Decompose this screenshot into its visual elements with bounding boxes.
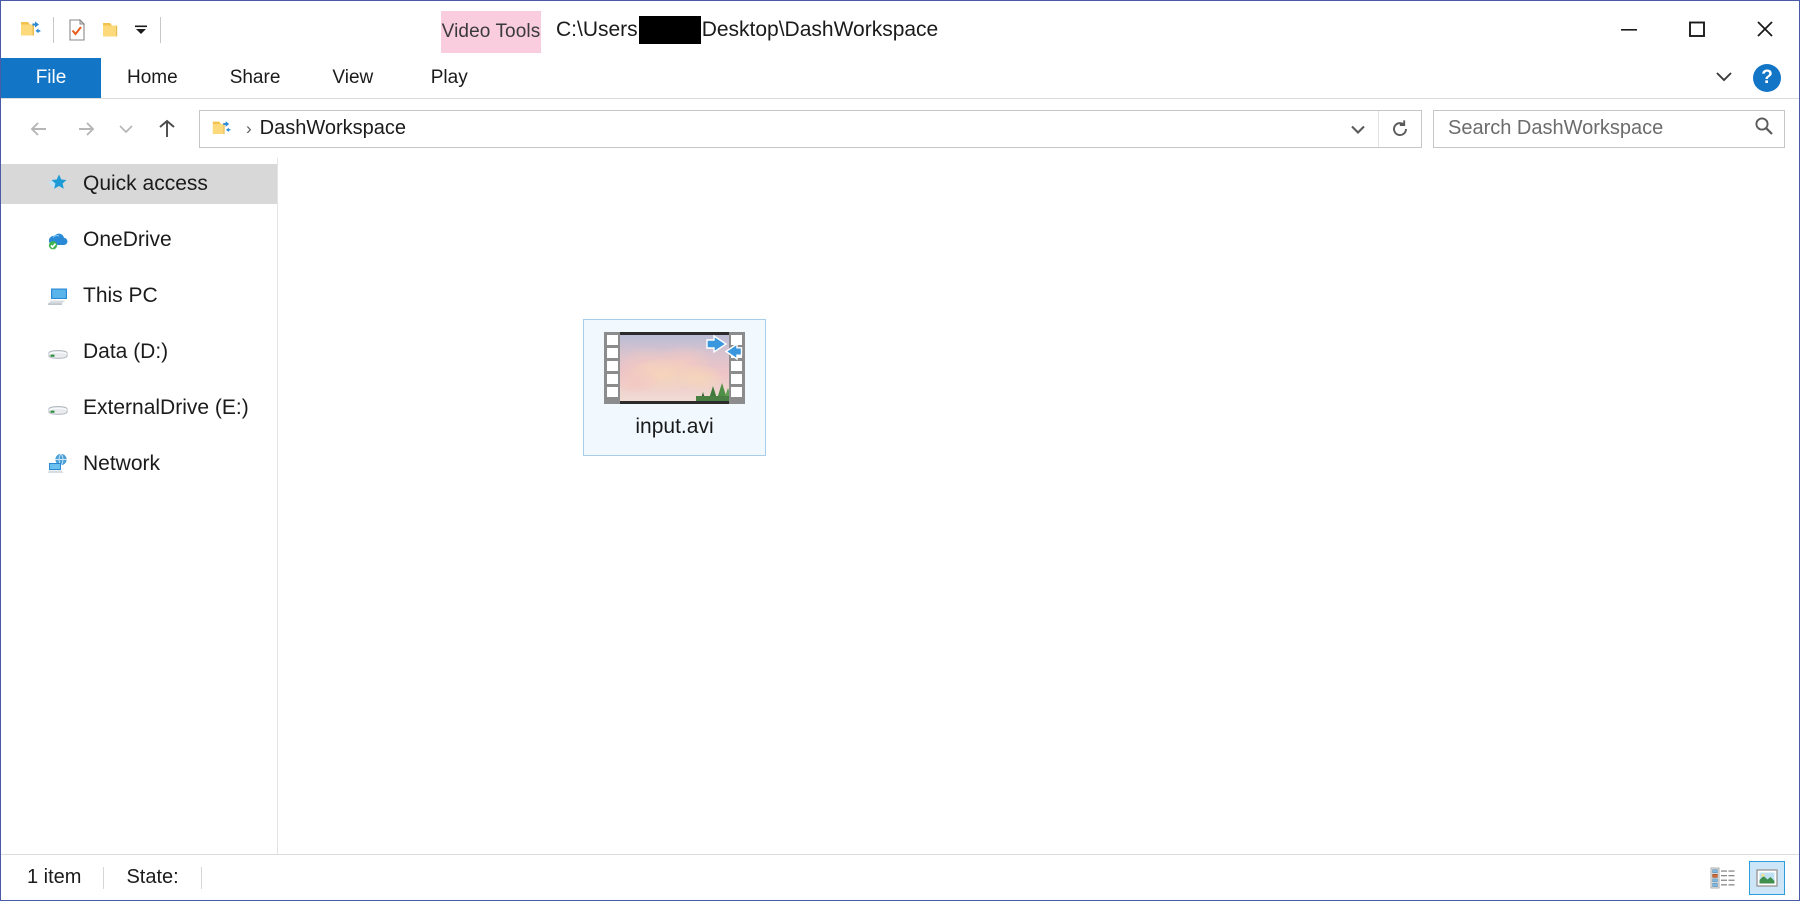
details-view-button[interactable] [1705, 861, 1741, 895]
sidebar-item-quick-access[interactable]: Quick access [1, 164, 277, 204]
customize-toolbar-chevron-down-icon[interactable] [128, 10, 154, 50]
onedrive-cloud-icon [45, 227, 71, 253]
sidebar-item-label-data-d: Data (D:) [83, 340, 169, 363]
search-input[interactable]: Search DashWorkspace [1448, 117, 1752, 140]
tab-share-label: Share [229, 67, 281, 88]
file-tile-input-avi[interactable]: input.avi [583, 319, 766, 456]
sidebar-item-label-this-pc: This PC [83, 284, 158, 307]
quick-access-toolbar [1, 1, 167, 58]
title-path-suffix: Desktop\DashWorkspace [701, 17, 939, 41]
ribbon-right-controls: ? [1709, 58, 1791, 98]
explorer-body: Quick access OneDrive This PC Data (D:) … [1, 158, 1799, 854]
tab-view-label: View [332, 67, 374, 88]
status-bar: 1 item State: [1, 854, 1799, 900]
tab-play[interactable]: Play [399, 58, 499, 98]
sidebar-gap-4 [1, 372, 277, 388]
window-title-path: C:\Users Desktop\DashWorkspace [556, 1, 938, 58]
tab-home[interactable]: Home [101, 58, 204, 98]
this-pc-monitor-icon [45, 283, 71, 309]
tab-file-label: File [35, 67, 67, 88]
sidebar-gap-3 [1, 316, 277, 332]
toolbar-separator [53, 16, 54, 43]
contextual-tab-header: Video Tools [441, 11, 541, 53]
toolbar-separator-2 [160, 16, 161, 43]
sidebar-item-onedrive[interactable]: OneDrive [1, 220, 277, 260]
item-count-label: 1 item [27, 866, 82, 888]
explorer-window: Video Tools C:\Users Desktop\DashWorkspac… [0, 0, 1800, 901]
sidebar-item-label-externaldrive-e: ExternalDrive (E:) [83, 396, 249, 419]
sidebar-item-label-onedrive: OneDrive [83, 228, 172, 251]
maximize-button[interactable] [1663, 1, 1731, 57]
close-button[interactable] [1731, 1, 1799, 57]
sidebar-gap-2 [1, 260, 277, 276]
help-label: ? [1761, 67, 1773, 88]
up-button[interactable] [145, 107, 189, 151]
tab-file[interactable]: File [1, 58, 101, 98]
status-separator-2 [200, 866, 202, 889]
minimize-button[interactable] [1595, 1, 1663, 57]
star-pin-icon [45, 171, 71, 197]
tab-play-label: Play [430, 67, 468, 88]
window-controls [1595, 1, 1799, 57]
recent-locations-chevron-down-icon[interactable] [107, 107, 145, 151]
address-bar: › DashWorkspace Search DashWorkspace [1, 99, 1799, 158]
status-separator-1 [103, 866, 105, 889]
tab-share[interactable]: Share [204, 58, 307, 98]
breadcrumb-current-folder[interactable]: DashWorkspace [260, 117, 406, 140]
video-filmstrip-thumbnail [604, 332, 745, 404]
sidebar-item-externaldrive-e[interactable]: ExternalDrive (E:) [1, 388, 277, 428]
file-name-label: input.avi [635, 415, 714, 438]
view-toggle-group [1705, 855, 1785, 900]
tab-view[interactable]: View [306, 58, 399, 98]
file-list-pane[interactable]: input.avi [278, 158, 1799, 854]
back-button[interactable] [19, 107, 63, 151]
breadcrumb-dropdown-chevron-down-icon[interactable] [1338, 119, 1378, 139]
sidebar-item-this-pc[interactable]: This PC [1, 276, 277, 316]
hard-drive-icon-2 [45, 395, 71, 421]
search-box[interactable]: Search DashWorkspace [1433, 109, 1785, 148]
navigation-pane: Quick access OneDrive This PC Data (D:) … [1, 158, 278, 854]
sidebar-item-label-network: Network [83, 452, 161, 475]
help-button[interactable]: ? [1753, 64, 1781, 92]
state-label: State: [126, 866, 179, 888]
tab-home-label: Home [127, 67, 178, 88]
ribbon-expand-chevron-down-icon[interactable] [1709, 61, 1739, 96]
new-folder-icon[interactable] [94, 10, 128, 50]
search-icon[interactable] [1752, 114, 1776, 143]
sidebar-gap-5 [1, 428, 277, 444]
contextual-tab-label: Video Tools [441, 21, 541, 42]
forward-button[interactable] [63, 107, 107, 151]
redacted-username [638, 15, 701, 44]
sidebar-gap-1 [1, 204, 277, 220]
title-path-prefix: C:\Users [556, 17, 638, 41]
sidebar-item-label-quick-access: Quick access [83, 172, 208, 195]
breadcrumb-bar[interactable]: › DashWorkspace [199, 109, 1422, 148]
breadcrumb-separator: › [246, 118, 252, 138]
refresh-icon[interactable] [1379, 118, 1421, 140]
ribbon-tab-bar: File Home Share View Play ? [1, 58, 1799, 99]
large-icons-view-button[interactable] [1749, 860, 1785, 895]
hard-drive-icon [45, 339, 71, 365]
network-globe-icon [45, 451, 71, 477]
sidebar-item-data-d[interactable]: Data (D:) [1, 332, 277, 372]
breadcrumb-folder-arrows-icon [200, 118, 238, 140]
folder-arrows-icon[interactable] [13, 10, 47, 50]
title-bar: Video Tools C:\Users Desktop\DashWorkspac… [1, 1, 1799, 58]
sidebar-item-network[interactable]: Network [1, 444, 277, 484]
properties-check-icon[interactable] [60, 10, 94, 50]
